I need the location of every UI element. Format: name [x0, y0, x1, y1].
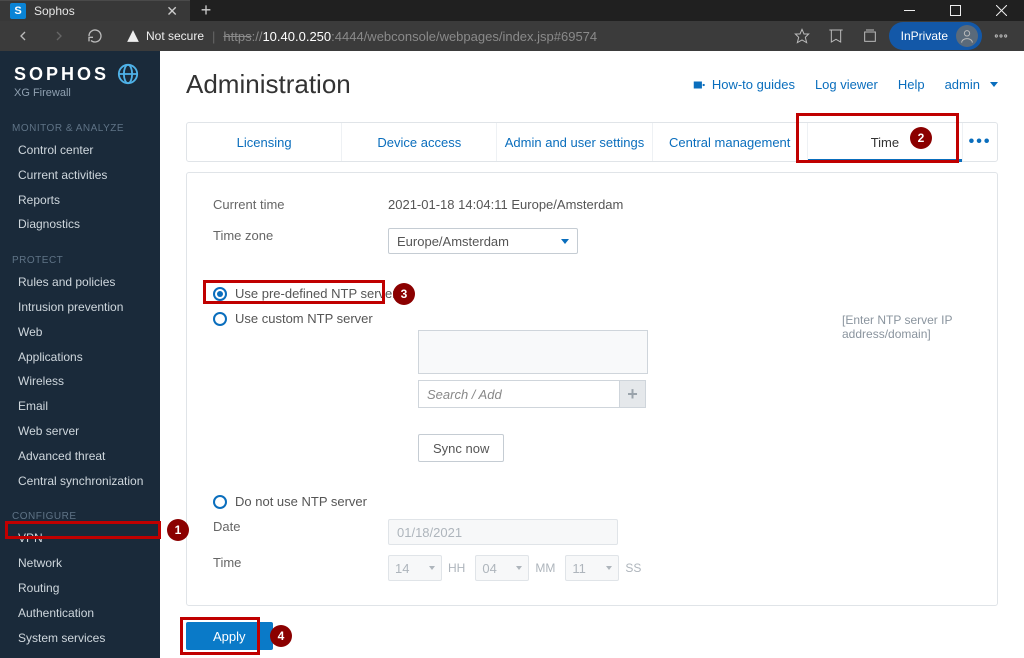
help-link[interactable]: Help [898, 77, 925, 92]
favicon-icon: S [10, 3, 26, 19]
sidebar-item-rules-and-policies[interactable]: Rules and policies [0, 270, 160, 295]
sidebar-item-current-activities[interactable]: Current activities [0, 163, 160, 188]
tab-admin-and-user-settings[interactable]: Admin and user settings [497, 123, 652, 161]
main-content: Administration How-to guides Log viewer … [160, 51, 1024, 658]
time-label: Time [213, 555, 388, 570]
sidebar-item-vpn[interactable]: VPN [0, 526, 160, 551]
forward-button[interactable] [44, 21, 74, 51]
security-badge[interactable]: Not secure [126, 29, 204, 43]
profile-avatar-icon [956, 25, 978, 47]
browser-menu-button[interactable] [986, 21, 1016, 51]
date-input[interactable]: 01/18/2021 [388, 519, 618, 545]
sidebar-item-diagnostics[interactable]: Diagnostics [0, 212, 160, 237]
close-tab-icon[interactable]: ✕ [166, 3, 178, 20]
apply-button[interactable]: Apply [186, 622, 273, 650]
brand-block: SOPHOS XG Firewall [0, 51, 160, 105]
radio-no-ntp[interactable] [213, 495, 227, 509]
radio-predefined-ntp[interactable] [213, 287, 227, 301]
not-secure-label: Not secure [146, 29, 204, 43]
brand-word: SOPHOS [14, 64, 109, 85]
nav-heading: MONITOR & ANALYZE [0, 119, 160, 138]
page-title: Administration [186, 69, 351, 100]
sync-now-button[interactable]: Sync now [418, 434, 504, 462]
sidebar-item-wireless[interactable]: Wireless [0, 369, 160, 394]
window-maximize-button[interactable] [932, 0, 978, 21]
sidebar-item-advanced-threat[interactable]: Advanced threat [0, 444, 160, 469]
browser-toolbar: Not secure | https://10.40.0.250:4444/we… [0, 21, 1024, 51]
tab-central-management[interactable]: Central management [653, 123, 808, 161]
sidebar-item-routing[interactable]: Routing [0, 576, 160, 601]
window-minimize-button[interactable] [886, 0, 932, 21]
sidebar-item-reports[interactable]: Reports [0, 188, 160, 213]
brand-subtitle: XG Firewall [14, 87, 146, 99]
new-tab-button[interactable]: + [190, 0, 222, 21]
window-close-button[interactable] [978, 0, 1024, 21]
second-select[interactable]: 11 [565, 555, 619, 581]
sidebar-item-system-services[interactable]: System services [0, 626, 160, 651]
tab-time[interactable]: Time [808, 123, 963, 161]
radio-no-ntp-label: Do not use NTP server [235, 494, 367, 509]
tab-licensing[interactable]: Licensing [187, 123, 342, 161]
chevron-down-icon [990, 82, 998, 87]
radio-custom-ntp-label: Use custom NTP server [235, 311, 373, 326]
refresh-button[interactable] [80, 21, 110, 51]
sidebar-item-email[interactable]: Email [0, 394, 160, 419]
sidebar-item-authentication[interactable]: Authentication [0, 601, 160, 626]
sidebar-item-web-server[interactable]: Web server [0, 419, 160, 444]
radio-predefined-ntp-label: Use pre-defined NTP server [235, 286, 397, 301]
nav-heading: PROTECT [0, 251, 160, 270]
window-titlebar: S Sophos ✕ + [0, 0, 1024, 21]
ntp-add-button[interactable]: + [620, 380, 646, 408]
howto-guides-link[interactable]: How-to guides [692, 77, 795, 92]
ntp-server-list [418, 330, 648, 374]
ntp-hint: [Enter NTP server IP address/domain] [842, 313, 997, 341]
date-label: Date [213, 519, 388, 534]
collections-icon[interactable] [855, 21, 885, 51]
sidebar-item-web[interactable]: Web [0, 320, 160, 345]
favorites-bar-icon[interactable] [821, 21, 851, 51]
log-viewer-link[interactable]: Log viewer [815, 77, 878, 92]
back-button[interactable] [8, 21, 38, 51]
callout-4: 4 [270, 625, 292, 647]
brand-logo-icon [117, 63, 139, 85]
sidebar-item-control-center[interactable]: Control center [0, 138, 160, 163]
tab-device-access[interactable]: Device access [342, 123, 497, 161]
hour-select[interactable]: 14 [388, 555, 442, 581]
minute-select[interactable]: 04 [475, 555, 529, 581]
tabs-overflow-button[interactable]: ••• [963, 123, 997, 161]
favorite-star-icon[interactable] [787, 21, 817, 51]
time-zone-select[interactable]: Europe/Amsterdam [388, 228, 578, 254]
sidebar: SOPHOS XG Firewall MONITOR & ANALYZECont… [0, 51, 160, 658]
settings-panel: Current time 2021-01-18 14:04:11 Europe/… [186, 172, 998, 606]
inprivate-badge[interactable]: InPrivate [889, 22, 982, 50]
browser-tab[interactable]: S Sophos ✕ [0, 0, 190, 21]
sidebar-item-applications[interactable]: Applications [0, 345, 160, 370]
current-time-label: Current time [213, 197, 388, 212]
sidebar-item-network[interactable]: Network [0, 551, 160, 576]
address-bar[interactable]: Not secure | https://10.40.0.250:4444/we… [116, 21, 781, 51]
tab-bar: LicensingDevice accessAdmin and user set… [186, 122, 998, 162]
url-text: https://10.40.0.250:4444/webconsole/webp… [223, 29, 597, 44]
radio-custom-ntp[interactable] [213, 312, 227, 326]
admin-menu[interactable]: admin [945, 77, 998, 92]
ntp-search-input[interactable]: Search / Add [418, 380, 620, 408]
nav-heading: CONFIGURE [0, 507, 160, 526]
time-zone-label: Time zone [213, 228, 388, 243]
current-time-value: 2021-01-18 14:04:11 Europe/Amsterdam [388, 197, 971, 212]
sidebar-item-intrusion-prevention[interactable]: Intrusion prevention [0, 295, 160, 320]
sidebar-item-central-synchronization[interactable]: Central synchronization [0, 469, 160, 494]
chevron-down-icon [561, 239, 569, 244]
tab-title: Sophos [34, 4, 75, 18]
